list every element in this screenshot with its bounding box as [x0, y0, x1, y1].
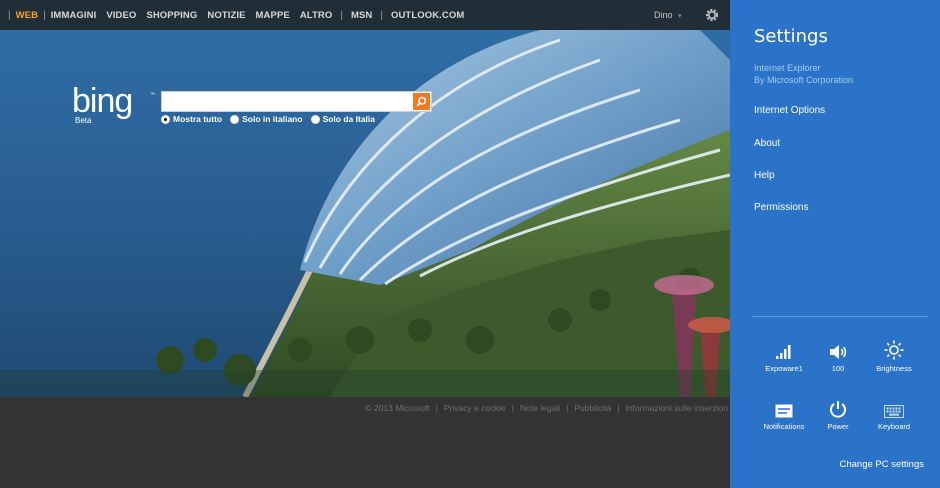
brightness-label: Brightness: [876, 364, 912, 373]
nav-separator: |: [380, 9, 383, 21]
nav-images[interactable]: IMMAGINI: [51, 10, 97, 21]
notifications-icon: [775, 404, 793, 418]
copyright-text: © 2013 Microsoft: [365, 403, 430, 413]
notifications-button[interactable]: Notifications: [756, 392, 812, 431]
radio-button: [230, 114, 240, 124]
browser-viewport: | WEB | IMMAGINI VIDEO SHOPPING NOTIZIE …: [0, 0, 730, 488]
power-icon: [830, 401, 846, 418]
gear-icon[interactable]: [704, 7, 720, 23]
nav-more[interactable]: ALTRO: [300, 10, 333, 21]
nav-outlook[interactable]: OUTLOOK.COM: [391, 10, 464, 21]
radio-show-all[interactable]: Mostra tutto: [161, 114, 222, 124]
network-signal-icon: [776, 345, 791, 359]
nav-separator: |: [8, 9, 11, 21]
settings-divider: [752, 316, 928, 317]
power-button[interactable]: Power: [810, 392, 866, 431]
settings-title: Settings: [754, 26, 828, 47]
user-name: Dino: [654, 10, 673, 20]
keyboard-icon: [884, 405, 904, 418]
top-navigation: | WEB | IMMAGINI VIDEO SHOPPING NOTIZIE …: [0, 0, 730, 30]
radio-italy-only[interactable]: Solo da Italia: [310, 114, 375, 124]
radio-label: Solo in italiano: [242, 114, 303, 124]
radio-button-selected: [161, 114, 170, 124]
change-pc-settings-link[interactable]: Change PC settings: [840, 459, 925, 470]
radio-button: [310, 114, 320, 124]
footer-separator: |: [435, 403, 438, 413]
footer-link-legal[interactable]: Note legali: [520, 403, 560, 413]
nav-maps[interactable]: MAPPE: [256, 10, 290, 21]
footer-link-privacy[interactable]: Privacy e cookie: [444, 403, 506, 413]
nav-web[interactable]: WEB: [16, 10, 38, 21]
settings-item-permissions[interactable]: Permissions: [754, 202, 808, 213]
app-info: Internet Explorer By Microsoft Corporati…: [754, 62, 853, 86]
radio-label: Mostra tutto: [173, 114, 223, 124]
power-label: Power: [827, 422, 849, 431]
beta-label: Beta: [75, 116, 92, 125]
brightness-icon: [884, 340, 904, 360]
settings-item-help[interactable]: Help: [754, 170, 775, 181]
search-icon: [416, 96, 427, 107]
nav-video[interactable]: VIDEO: [106, 10, 136, 21]
settings-item-internet-options[interactable]: Internet Options: [754, 105, 825, 116]
network-button[interactable]: Expoware1: [756, 334, 812, 373]
nav-msn[interactable]: MSN: [351, 10, 372, 21]
settings-item-about[interactable]: About: [754, 138, 780, 149]
nav-separator: |: [340, 9, 343, 21]
footer-separator: |: [566, 403, 569, 413]
app-name: Internet Explorer: [754, 63, 821, 73]
search-button[interactable]: [413, 93, 430, 110]
footer-link-advertising[interactable]: Pubblicità: [574, 403, 611, 413]
brightness-button[interactable]: Brightness: [866, 334, 922, 373]
trademark-mark: ™: [150, 92, 155, 98]
search-scope-options: Mostra tutto Solo in italiano Solo da It…: [161, 114, 383, 124]
volume-icon: [830, 345, 847, 359]
bing-logo[interactable]: bing: [72, 84, 133, 118]
notifications-label: Notifications: [763, 422, 805, 431]
search-input[interactable]: [162, 92, 410, 112]
nav-shopping[interactable]: SHOPPING: [146, 10, 197, 21]
footer-separator: |: [511, 403, 514, 413]
settings-charm: Settings Internet Explorer By Microsoft …: [730, 0, 940, 488]
nav-news[interactable]: NOTIZIE: [207, 10, 245, 21]
chevron-down-icon: ▾: [678, 13, 682, 20]
volume-button[interactable]: 100: [810, 334, 866, 373]
radio-italian-only[interactable]: Solo in italiano: [230, 114, 303, 124]
nav-separator: |: [43, 9, 46, 21]
radio-label: Solo da Italia: [322, 114, 375, 124]
keyboard-button[interactable]: Keyboard: [866, 392, 922, 431]
footer-separator: |: [617, 403, 620, 413]
keyboard-label: Keyboard: [877, 422, 911, 431]
volume-label: 100: [831, 364, 845, 373]
search-box: [161, 91, 432, 112]
background-image: [0, 0, 730, 397]
user-menu[interactable]: Dino ▾: [654, 10, 682, 20]
app-publisher: By Microsoft Corporation: [754, 75, 854, 85]
page-footer: © 2013 Microsoft | Privacy e cookie | Note l…: [0, 397, 730, 488]
network-label: Expoware1: [765, 364, 803, 373]
footer-links: © 2013 Microsoft | Privacy e cookie | Note l…: [365, 403, 728, 413]
footer-link-ads-info[interactable]: Informazioni sulle inserzion: [625, 403, 728, 413]
